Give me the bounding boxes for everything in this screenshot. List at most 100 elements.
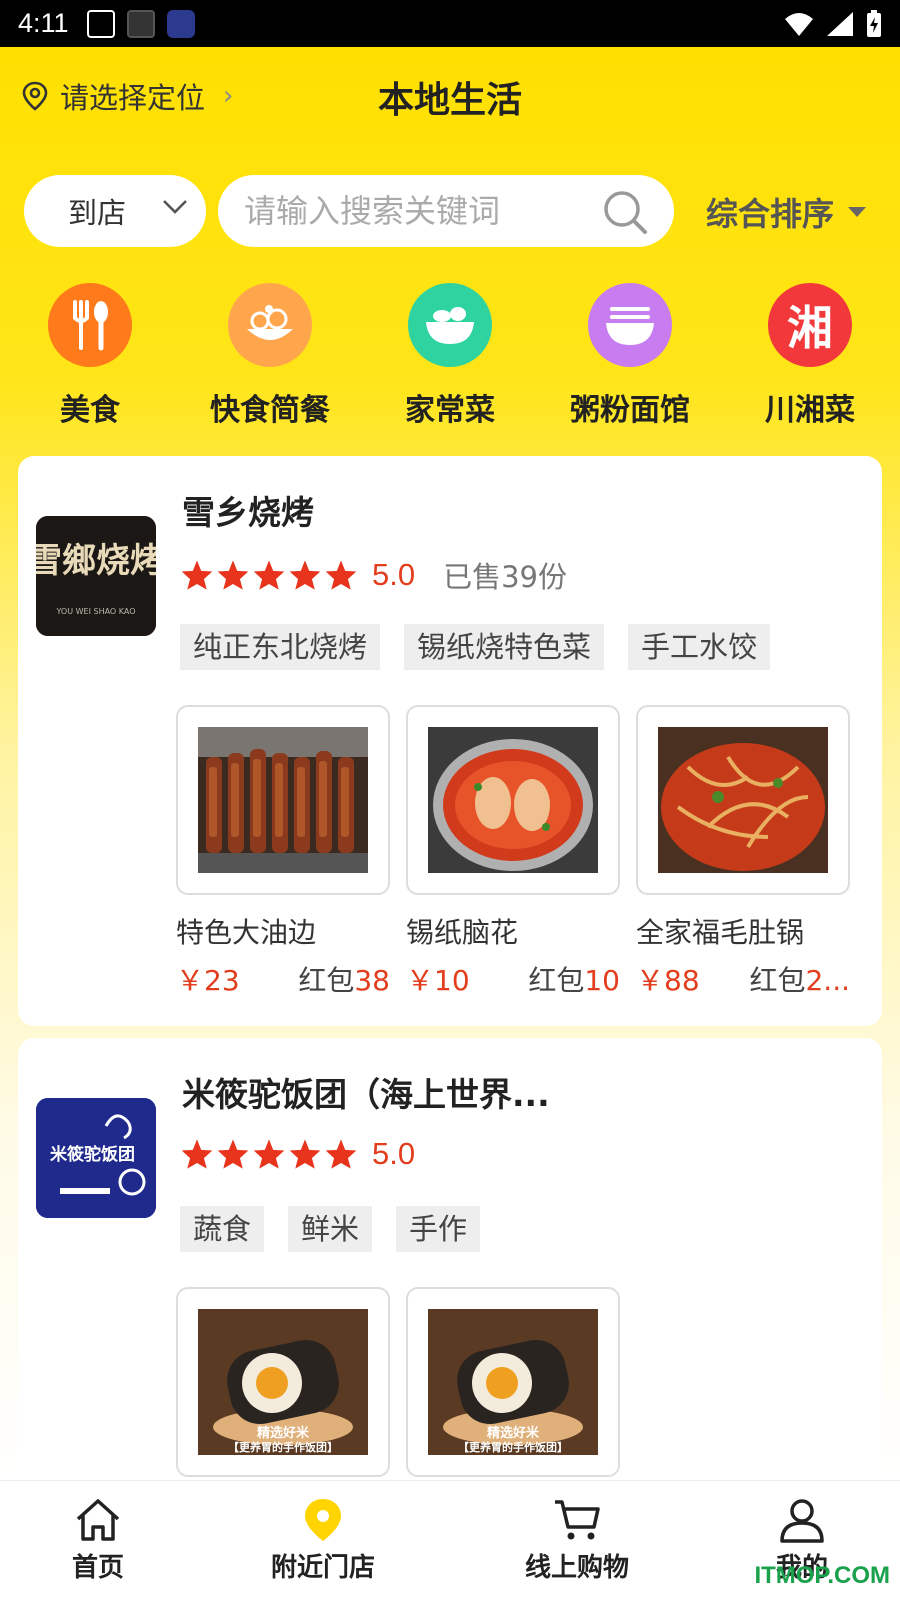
category-chuanxiang[interactable]: 湘 川湘菜 bbox=[720, 283, 900, 429]
tag: 手工水饺 bbox=[628, 624, 771, 670]
product-list: 特色大油边 ￥23 红包38 锡纸脑花 ￥10 红包10 全家福毛肚锅 ￥88 … bbox=[176, 705, 850, 999]
category-meishi[interactable]: 美食 bbox=[0, 283, 180, 429]
header: 请选择定位 › 本地生活 bbox=[0, 47, 900, 139]
category-label: 快食简餐 bbox=[210, 393, 330, 428]
svg-text:【更养胃的手作饭团】: 【更养胃的手作饭团】 bbox=[458, 1440, 568, 1454]
rating-row: 5.0 已售39份 bbox=[180, 554, 567, 596]
status-time: 4:11 bbox=[18, 8, 69, 38]
battery-icon bbox=[867, 9, 881, 37]
tab-nearby-stores[interactable]: 附近门店 bbox=[233, 1497, 413, 1584]
product-image-tripe-pot bbox=[658, 727, 828, 873]
svg-text:【更养胃的手作饭团】: 【更养胃的手作饭团】 bbox=[228, 1440, 338, 1454]
sim-card-icon bbox=[86, 9, 115, 38]
user-icon bbox=[780, 1499, 824, 1543]
notification-icons bbox=[86, 9, 195, 38]
watermark: ITMOP.COM bbox=[754, 1562, 890, 1589]
product-image-rice-roll: 精选好米 【更养胃的手作饭团】 bbox=[428, 1309, 598, 1455]
svg-text:米筱驼饭团: 米筱驼饭团 bbox=[50, 1144, 135, 1165]
xiang-char-icon: 湘 bbox=[768, 283, 852, 367]
status-bar: 4:11 bbox=[0, 0, 900, 47]
store-mode-dropdown[interactable]: 到店 bbox=[24, 175, 206, 247]
rating-value: 5.0 bbox=[372, 1136, 416, 1171]
product-price: ￥23 bbox=[176, 964, 240, 997]
product-item[interactable]: 锡纸脑花 ￥10 红包10 bbox=[406, 705, 620, 999]
sort-label: 综合排序 bbox=[706, 195, 835, 233]
product-item[interactable]: 全家福毛肚锅 ￥88 红包2... bbox=[636, 705, 850, 999]
cart-icon bbox=[555, 1500, 600, 1540]
svg-text:精选好米: 精选好米 bbox=[487, 1425, 540, 1441]
tab-label: 线上购物 bbox=[524, 1553, 629, 1583]
product-item[interactable]: 精选好米 【更养胃的手作饭团】 bbox=[176, 1287, 390, 1477]
tag: 鲜米 bbox=[288, 1206, 373, 1252]
category-zhoufen[interactable]: 粥粉面馆 bbox=[540, 283, 720, 429]
tag-list: 蔬食 鲜米 手作 bbox=[180, 1206, 870, 1252]
star-rating bbox=[180, 559, 358, 591]
product-item[interactable]: 精选好米 【更养胃的手作饭团】 bbox=[406, 1287, 620, 1477]
product-name: 全家福毛肚锅 bbox=[636, 916, 805, 949]
redpack: 红包10 bbox=[528, 964, 620, 997]
shop-card[interactable]: 雪鄉烧烤 YOU WEI SHAO KAO 雪乡烧烤 5.0 已售39份 纯正东… bbox=[18, 456, 882, 1026]
shop-card[interactable]: 米筱驼饭团 米筱驼饭团（海上世界... 5.0 蔬食 鲜米 手作 精选好米 【更… bbox=[18, 1038, 882, 1480]
home-icon bbox=[76, 1499, 120, 1541]
product-name: 锡纸脑花 bbox=[406, 916, 519, 949]
chevron-down-icon bbox=[163, 200, 187, 214]
product-list: 精选好米 【更养胃的手作饭团】 精选好米 【更养胃的手作饭团】 bbox=[176, 1287, 620, 1477]
product-image-frame: 精选好米 【更养胃的手作饭团】 bbox=[406, 1287, 620, 1477]
svg-text:雪鄉烧烤: 雪鄉烧烤 bbox=[36, 541, 156, 581]
category-row: 美食 快食简餐 家常菜 粥粉面馆 湘 川湘菜 bbox=[0, 283, 900, 428]
product-price: ￥10 bbox=[406, 964, 470, 997]
star-icon bbox=[217, 560, 249, 590]
fork-spoon-icon bbox=[48, 283, 132, 367]
category-label: 川湘菜 bbox=[765, 393, 855, 428]
tab-label: 首页 bbox=[71, 1553, 124, 1583]
star-icon bbox=[181, 1139, 213, 1169]
star-rating bbox=[180, 1138, 358, 1170]
tag: 手作 bbox=[396, 1206, 481, 1252]
price-row: ￥10 红包10 bbox=[406, 959, 620, 999]
product-image-rice-roll: 精选好米 【更养胃的手作饭团】 bbox=[198, 1309, 368, 1455]
sort-dropdown[interactable]: 综合排序 bbox=[706, 189, 867, 235]
wifi-icon bbox=[785, 12, 813, 36]
price-row: ￥88 红包2... bbox=[636, 959, 850, 999]
location-pin-icon bbox=[305, 1499, 341, 1541]
category-label: 家常菜 bbox=[405, 393, 495, 428]
page-title: 本地生活 bbox=[377, 80, 522, 121]
product-image-frame bbox=[406, 705, 620, 895]
redpack: 红包2... bbox=[749, 964, 850, 997]
search-input[interactable] bbox=[244, 192, 584, 230]
star-icon bbox=[325, 560, 357, 590]
category-jiachangcai[interactable]: 家常菜 bbox=[360, 283, 540, 429]
snack-plate-icon bbox=[228, 283, 312, 367]
search-icon[interactable] bbox=[602, 189, 648, 235]
bottom-tab-bar: 首页 附近门店 线上购物 我的 ITMOP.COM bbox=[0, 1480, 900, 1600]
redpack: 红包38 bbox=[298, 964, 390, 997]
product-name: 特色大油边 bbox=[176, 916, 317, 949]
mic-notification-icon bbox=[166, 9, 195, 38]
star-icon bbox=[289, 1139, 321, 1169]
tag-list: 纯正东北烧烤 锡纸烧特色菜 手工水饺 bbox=[180, 624, 870, 670]
svg-text:精选好米: 精选好米 bbox=[257, 1425, 310, 1441]
category-label: 美食 bbox=[60, 393, 120, 428]
product-image-frame bbox=[176, 705, 390, 895]
shop-logo: 雪鄉烧烤 YOU WEI SHAO KAO bbox=[36, 516, 156, 636]
caret-down-icon bbox=[848, 207, 867, 217]
tag: 蔬食 bbox=[180, 1206, 265, 1252]
tab-online-shopping[interactable]: 线上购物 bbox=[487, 1497, 667, 1584]
sold-count: 已售39份 bbox=[443, 560, 568, 594]
salad-bowl-icon bbox=[408, 283, 492, 367]
category-label: 粥粉面馆 bbox=[570, 393, 690, 428]
shop-logo: 米筱驼饭团 bbox=[36, 1098, 156, 1218]
tag: 纯正东北烧烤 bbox=[180, 624, 381, 670]
product-image-skewers bbox=[198, 727, 368, 873]
category-kuaishi[interactable]: 快食简餐 bbox=[180, 283, 360, 429]
product-image-frame: 精选好米 【更养胃的手作饭团】 bbox=[176, 1287, 390, 1477]
svg-text:YOU WEI SHAO KAO: YOU WEI SHAO KAO bbox=[55, 607, 135, 616]
product-image-frame bbox=[636, 705, 850, 895]
star-icon bbox=[289, 560, 321, 590]
shop-name: 米筱驼饭团（海上世界... bbox=[182, 1075, 550, 1114]
tab-home[interactable]: 首页 bbox=[8, 1497, 188, 1584]
system-status-icons bbox=[784, 9, 882, 38]
product-item[interactable]: 特色大油边 ￥23 红包38 bbox=[176, 705, 390, 999]
rating-row: 5.0 bbox=[180, 1136, 415, 1172]
product-image-brain-foil bbox=[428, 727, 598, 873]
